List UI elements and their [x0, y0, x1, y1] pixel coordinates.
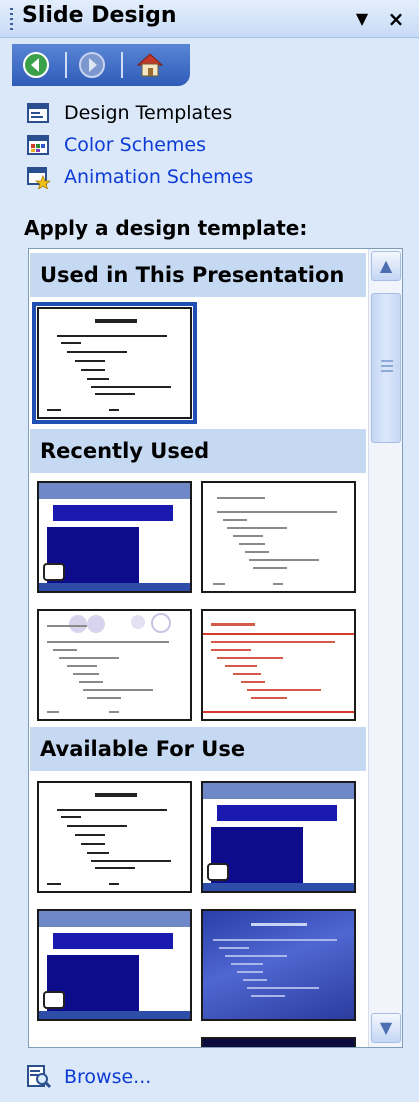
- group-header-available: Available For Use: [30, 727, 366, 771]
- template-thumbnail[interactable]: [37, 909, 192, 1021]
- template-thumbnail[interactable]: [201, 609, 356, 721]
- nav-separator: [65, 52, 67, 78]
- back-arrow-icon[interactable]: [20, 50, 52, 80]
- navigation-strip: [12, 44, 190, 86]
- gallery-scrollbar[interactable]: ▲ ▼: [368, 249, 402, 1047]
- group-header-recent: Recently Used: [30, 429, 366, 473]
- group-header-used: Used in This Presentation: [30, 253, 366, 297]
- template-thumbnail[interactable]: [32, 302, 197, 424]
- design-templates-icon: [26, 101, 50, 125]
- template-thumbnail[interactable]: [37, 609, 192, 721]
- color-schemes-label: Color Schemes: [64, 134, 206, 156]
- nav-separator: [121, 52, 123, 78]
- browse-icon: [26, 1064, 52, 1090]
- pane-title: Slide Design: [22, 3, 177, 28]
- task-pane-titlebar: Slide Design ▼ ×: [0, 0, 419, 38]
- template-thumbnail[interactable]: [201, 909, 356, 1021]
- browse-link[interactable]: Browse...: [26, 1064, 151, 1090]
- close-icon[interactable]: ×: [384, 6, 408, 32]
- animation-schemes-link[interactable]: Animation Schemes: [26, 162, 253, 192]
- drag-grip[interactable]: [10, 8, 13, 30]
- template-thumbnail[interactable]: [201, 481, 356, 593]
- animation-schemes-icon: [26, 165, 52, 190]
- color-schemes-icon: [26, 133, 50, 157]
- forward-arrow-icon[interactable]: [76, 50, 108, 80]
- template-thumbnail[interactable]: [201, 781, 356, 893]
- template-thumbnail[interactable]: [37, 781, 192, 893]
- template-gallery: Used in This Presentation Recently Used: [28, 248, 403, 1048]
- template-thumbnail[interactable]: [37, 481, 192, 593]
- animation-schemes-label: Animation Schemes: [64, 166, 254, 188]
- design-templates-label: Design Templates: [64, 102, 233, 124]
- browse-label: Browse...: [64, 1066, 152, 1088]
- scroll-up-icon[interactable]: ▲: [371, 251, 401, 281]
- pane-menu-dropdown-icon[interactable]: ▼: [350, 6, 374, 32]
- scroll-down-icon[interactable]: ▼: [371, 1013, 401, 1043]
- template-thumbnail[interactable]: [201, 1037, 356, 1047]
- apply-template-heading: Apply a design template:: [24, 216, 308, 240]
- scroll-thumb[interactable]: [371, 293, 401, 443]
- home-icon[interactable]: [134, 50, 166, 80]
- color-schemes-link[interactable]: Color Schemes: [26, 130, 206, 160]
- design-templates-link[interactable]: Design Templates: [26, 98, 232, 128]
